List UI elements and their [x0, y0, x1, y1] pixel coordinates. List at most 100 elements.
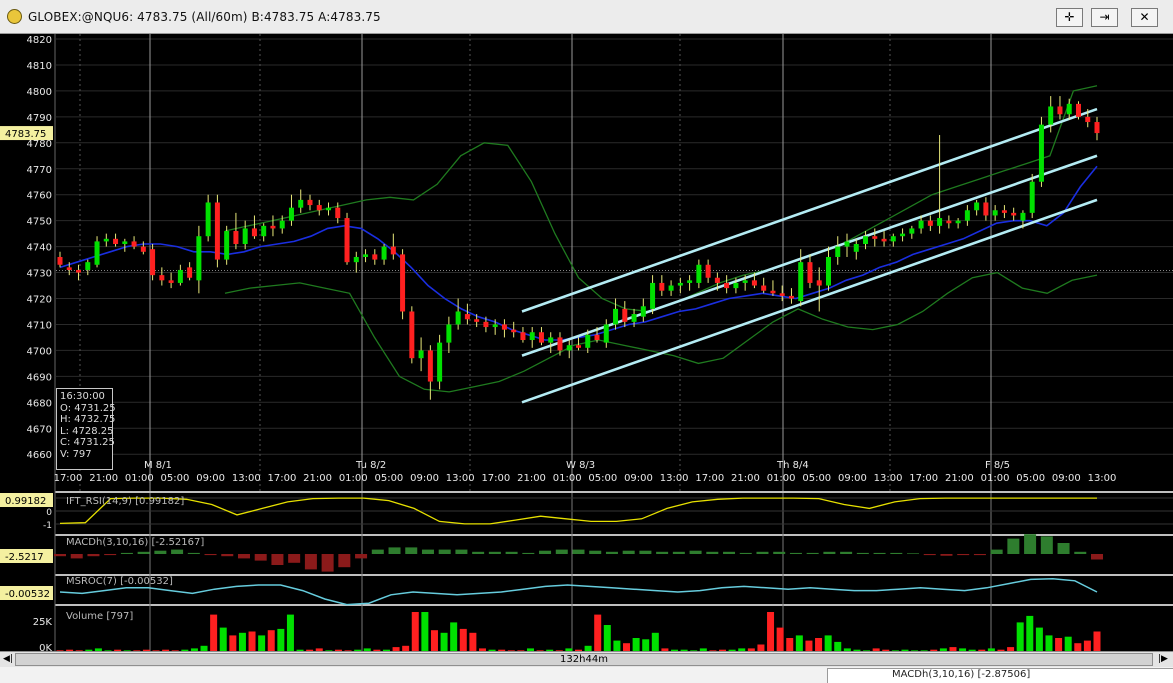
ohlc-low: L: 4728.25 [60, 425, 114, 437]
price-chart[interactable]: 4820 4810 4800 4790 4780 4770 4760 4750 4740 4730… [0, 34, 1173, 651]
macdh-bar [204, 554, 217, 556]
candle-body [687, 280, 693, 283]
candle-body [529, 332, 535, 341]
macdh-bar [639, 550, 652, 554]
volume-bar [411, 612, 419, 651]
candle-body [751, 280, 757, 286]
time-tick-label: 17:00 [695, 473, 724, 484]
price-tick-label: 4810 [27, 61, 52, 72]
crosshair-button[interactable]: ✛ [1056, 8, 1083, 27]
candle-body [677, 282, 683, 286]
time-scrollbar[interactable]: ◀| 132h44m |▶ [0, 651, 1173, 667]
time-tick-label: 05:00 [802, 473, 831, 484]
macdh-bar [120, 552, 133, 554]
macdh-bar [472, 551, 485, 554]
candle-body [631, 314, 637, 322]
candle-body [594, 334, 600, 341]
macdh-bar [723, 551, 736, 554]
time-tick-label: 13:00 [446, 473, 475, 484]
time-tick-label: 05:00 [1016, 473, 1045, 484]
macdh-bar [940, 554, 953, 556]
ift-rsi-label: IFT_RSI(14,9) [0.99182] [66, 496, 184, 507]
macdh-bar [338, 554, 351, 568]
candle-body [131, 241, 137, 247]
panel-separator [0, 574, 1173, 576]
macdh-bar [773, 551, 786, 554]
candle-body [363, 254, 369, 257]
macdh-bar [1057, 543, 1070, 554]
candle-body [622, 308, 628, 322]
macdh-bar [572, 549, 585, 554]
candle-body [659, 282, 665, 291]
candle-body [1066, 103, 1072, 115]
candle-body [113, 238, 119, 245]
macdh-bar [706, 551, 719, 554]
macdh-bar [355, 554, 368, 559]
candle-body [890, 236, 896, 242]
day-label: F 8/5 [985, 460, 1010, 471]
candle-body [94, 241, 100, 265]
pin-button[interactable]: ⇥ [1091, 8, 1118, 27]
candle-body [501, 324, 507, 330]
crosshair-icon: ✛ [1064, 10, 1075, 24]
time-tick-label: 13:00 [874, 473, 903, 484]
macdh-bar [539, 550, 552, 554]
candle-body [177, 269, 183, 283]
candle-body [705, 264, 711, 278]
time-tick-label: 17:00 [481, 473, 510, 484]
candle-body [1048, 106, 1054, 125]
volume-bar [421, 612, 429, 651]
macdh-bar [154, 550, 167, 554]
close-button[interactable]: ✕ [1131, 8, 1158, 27]
volume-bar [1016, 622, 1024, 651]
macdh-bar [221, 554, 234, 557]
price-tick-label: 4750 [27, 217, 52, 228]
scroll-thumb[interactable]: 132h44m [15, 653, 1153, 666]
macdh-bar [840, 551, 853, 554]
candle-body [742, 280, 748, 283]
candle-body [390, 246, 396, 255]
rsi-tick-label: 0 [46, 508, 52, 518]
candle-body [1038, 124, 1044, 182]
ift-rsi-tag-label: 0.99182 [5, 496, 46, 507]
macdh-bar [656, 551, 669, 554]
scroll-right-icon[interactable]: |▶ [1156, 653, 1170, 666]
candle-body [798, 262, 804, 302]
volume-bar [603, 625, 611, 651]
time-tick-label: 21:00 [731, 473, 760, 484]
volume-bar [613, 640, 621, 651]
time-tick-label: 17:00 [268, 473, 297, 484]
time-tick-label: 09:00 [624, 473, 653, 484]
candle-body [279, 220, 285, 229]
current-price-tag-label: 4783.75 [5, 129, 46, 140]
candle-body [872, 236, 878, 239]
volume-bar [776, 627, 784, 651]
candle-body [298, 199, 304, 208]
candle-body [983, 202, 989, 216]
candle-body [381, 246, 387, 260]
macdh-bar [1024, 534, 1037, 554]
macdh-label: MACDh(3,10,16) [-2.52167] [66, 537, 204, 548]
candle-body [307, 199, 313, 206]
candle-body [576, 345, 581, 348]
candle-body [788, 295, 794, 299]
price-tick-label: 4730 [27, 269, 52, 280]
candle-body [455, 311, 461, 325]
candle-body [566, 345, 572, 351]
macdh-bar [1007, 538, 1020, 554]
candle-body [714, 277, 720, 283]
volume-bar [805, 640, 813, 651]
time-tick-label: 05:00 [374, 473, 403, 484]
time-tick-label: 01:00 [125, 473, 154, 484]
macdh-bar [505, 551, 518, 554]
macdh-bar [405, 547, 418, 554]
macdh-bar [957, 554, 970, 556]
candle-body [761, 285, 767, 291]
price-tick-label: 4700 [27, 346, 52, 357]
volume-bar [795, 635, 803, 651]
candle-body [1057, 106, 1063, 115]
scroll-left-icon[interactable]: ◀| [1, 653, 15, 666]
price-tick-label: 4790 [27, 113, 52, 124]
candle-body [520, 332, 526, 341]
candle-body [1094, 122, 1100, 134]
